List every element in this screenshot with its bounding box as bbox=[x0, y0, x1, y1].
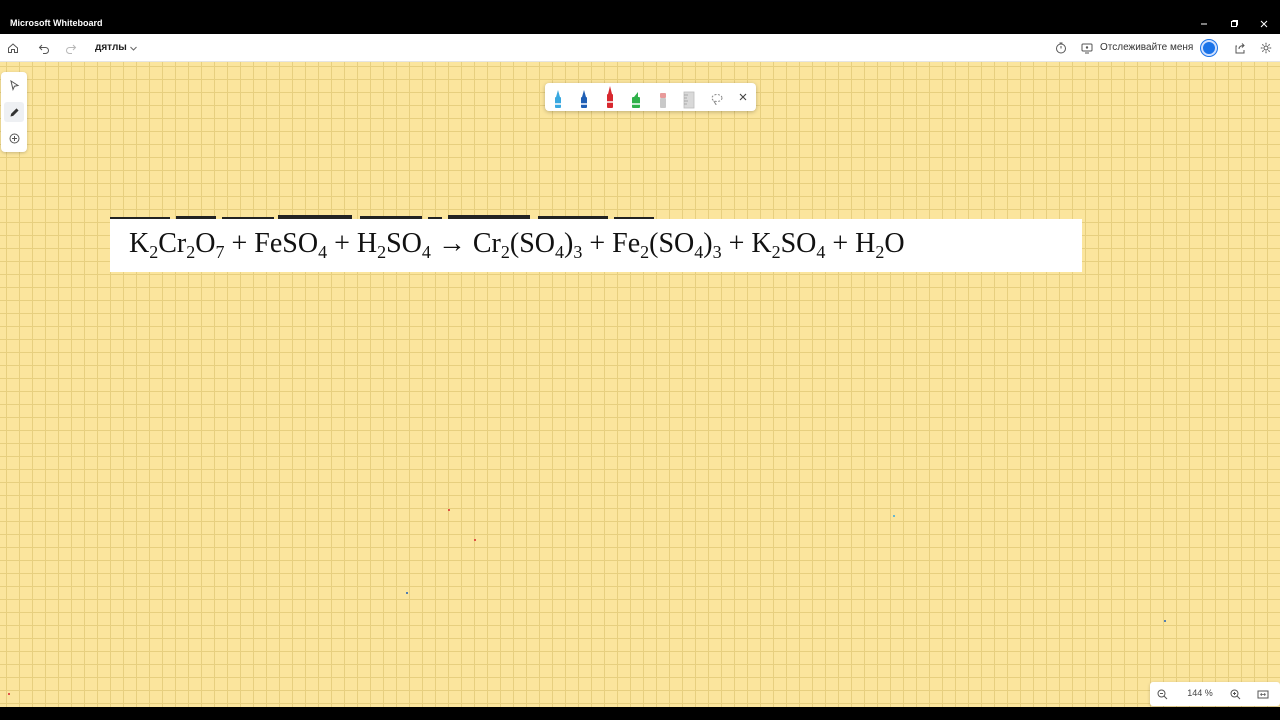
ink-dot bbox=[1164, 620, 1166, 622]
highlighter-green-icon[interactable] bbox=[625, 85, 647, 109]
eq-subscript: 3 bbox=[573, 242, 583, 262]
select-icon[interactable] bbox=[4, 75, 24, 95]
eq-subscript: 4 bbox=[555, 242, 564, 262]
board-name[interactable]: дятлы bbox=[95, 42, 127, 53]
zoom-controls: 144 % bbox=[1150, 682, 1280, 706]
eq-text: + FeSO bbox=[224, 228, 319, 259]
settings-icon[interactable] bbox=[1258, 40, 1274, 56]
eq-subscript: 2 bbox=[186, 242, 196, 262]
chevron-down-icon[interactable] bbox=[127, 42, 139, 54]
undo-icon[interactable] bbox=[36, 40, 52, 56]
letterbox-bottom bbox=[0, 707, 1280, 720]
eq-subscript: 2 bbox=[500, 242, 510, 262]
chemical-equation: K2Cr2O7 + FeSO4 + H2SO4 → Cr2(SO4)3 + Fe… bbox=[129, 228, 905, 262]
eq-text: + H bbox=[327, 228, 378, 259]
minimize-icon[interactable] bbox=[1189, 14, 1219, 34]
eq-subscript: 4 bbox=[421, 242, 431, 262]
user-avatar[interactable] bbox=[1201, 40, 1217, 56]
eq-subscript: 2 bbox=[640, 242, 650, 262]
equation-image[interactable]: K2Cr2O7 + FeSO4 + H2SO4 → Cr2(SO4)3 + Fe… bbox=[110, 219, 1082, 272]
eq-text: + K bbox=[721, 228, 772, 259]
ink-toolbar-close-icon[interactable] bbox=[735, 89, 751, 105]
ink-dot bbox=[406, 592, 408, 594]
zoom-in-icon[interactable] bbox=[1227, 686, 1243, 702]
add-icon[interactable] bbox=[4, 128, 24, 148]
ink-dot bbox=[8, 693, 10, 695]
close-icon[interactable] bbox=[1249, 14, 1279, 34]
pen-icon[interactable] bbox=[4, 102, 24, 122]
app-title: Microsoft Whiteboard bbox=[10, 18, 103, 28]
eq-subscript: 3 bbox=[712, 242, 722, 262]
eq-subscript: 4 bbox=[694, 242, 704, 262]
eq-text: ) bbox=[703, 228, 713, 259]
eq-text: SO bbox=[780, 228, 817, 259]
eq-text: Cr bbox=[158, 228, 187, 259]
redo-icon[interactable] bbox=[63, 40, 79, 56]
eq-text: (SO bbox=[509, 228, 555, 259]
eq-text: (SO bbox=[649, 228, 695, 259]
restore-icon[interactable] bbox=[1219, 14, 1249, 34]
eq-text: ) bbox=[564, 228, 574, 259]
pen-light-blue-icon[interactable] bbox=[547, 85, 569, 109]
eq-text: + H bbox=[825, 228, 876, 259]
timer-icon[interactable] bbox=[1053, 40, 1069, 56]
eq-subscript: 2 bbox=[771, 242, 781, 262]
ruler-icon[interactable] bbox=[678, 85, 700, 109]
eq-text: + Fe bbox=[582, 228, 641, 259]
eq-subscript: 2 bbox=[149, 242, 159, 262]
eq-subscript: 2 bbox=[377, 242, 387, 262]
eq-text: → Cr bbox=[430, 228, 501, 259]
ink-toolbar bbox=[545, 83, 756, 111]
title-bar: Microsoft Whiteboard bbox=[0, 14, 1280, 34]
lasso-icon[interactable] bbox=[706, 85, 728, 109]
fit-to-screen-icon[interactable] bbox=[1255, 686, 1271, 702]
eq-text: O bbox=[195, 228, 216, 259]
whiteboard-canvas[interactable]: K2Cr2O7 + FeSO4 + H2SO4 → Cr2(SO4)3 + Fe… bbox=[0, 62, 1280, 707]
home-icon[interactable] bbox=[5, 40, 21, 56]
eraser-icon[interactable] bbox=[652, 85, 674, 109]
ink-dot bbox=[448, 509, 450, 511]
pen-dark-blue-icon[interactable] bbox=[573, 85, 595, 109]
zoom-out-icon[interactable] bbox=[1154, 686, 1170, 702]
eq-text: SO bbox=[386, 228, 422, 259]
eq-text: K bbox=[129, 228, 150, 259]
follow-me-label[interactable]: Отслеживайте меня bbox=[1100, 42, 1193, 53]
eq-subscript: 4 bbox=[318, 242, 328, 262]
eq-text: O bbox=[884, 228, 905, 259]
letterbox-top bbox=[0, 0, 1280, 14]
top-toolbar: дятлы Отслеживайте меня bbox=[0, 34, 1280, 62]
share-icon[interactable] bbox=[1232, 40, 1248, 56]
pen-red-icon[interactable] bbox=[599, 83, 621, 109]
zoom-level: 144 % bbox=[1187, 688, 1213, 698]
ink-dot bbox=[893, 515, 895, 517]
follow-icon[interactable] bbox=[1079, 40, 1095, 56]
left-tool-rail bbox=[1, 72, 27, 152]
ink-dot bbox=[474, 539, 476, 541]
